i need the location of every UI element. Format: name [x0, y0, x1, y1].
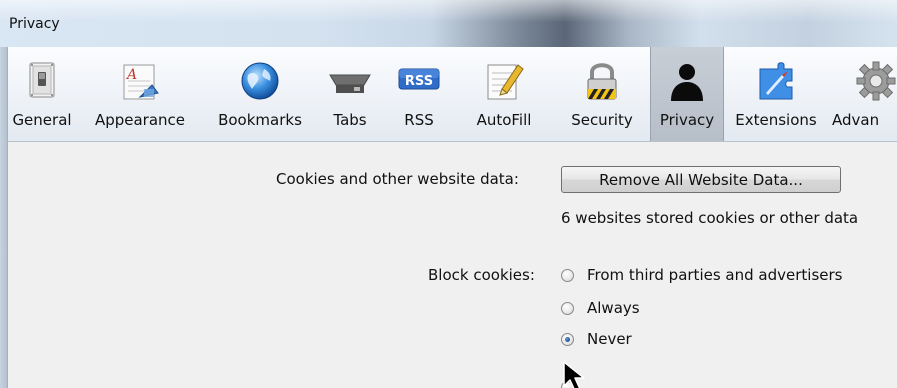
radio-third-parties-label: From third parties and advertisers — [587, 266, 843, 284]
tab-rss-label: RSS — [404, 111, 434, 129]
radio-never[interactable]: Never — [561, 330, 681, 352]
tab-tabs-label: Tabs — [333, 111, 367, 129]
tab-autofill-label: AutoFill — [476, 111, 532, 129]
radio-always-button[interactable] — [561, 302, 574, 315]
tab-privacy[interactable]: Privacy — [650, 47, 724, 141]
rss-badge-text: RSS — [405, 74, 433, 89]
tab-privacy-label: Privacy — [659, 111, 715, 129]
tab-tabs[interactable]: Tabs — [316, 47, 384, 141]
tab-security[interactable]: Security — [554, 47, 650, 141]
tab-general-label: General — [12, 111, 72, 129]
tabs-icon — [329, 74, 371, 93]
stored-cookies-info: 6 websites stored cookies or other data — [561, 209, 859, 227]
general-switch-icon — [29, 62, 55, 98]
bookmarks-globe-icon — [241, 62, 279, 100]
svg-text:A: A — [125, 67, 137, 83]
tab-bookmarks[interactable]: Bookmarks — [204, 47, 316, 141]
tab-advanced[interactable]: Advan — [828, 47, 897, 141]
tab-appearance[interactable]: A Appearance — [76, 47, 204, 141]
tab-general[interactable]: General — [8, 47, 76, 141]
tab-bookmarks-label: Bookmarks — [218, 111, 302, 129]
radio-third-parties[interactable]: From third parties and advertisers — [561, 266, 881, 288]
remove-all-website-data-button[interactable]: Remove All Website Data... — [561, 166, 841, 193]
radio-third-parties-button[interactable] — [561, 269, 574, 282]
tab-security-label: Security — [571, 111, 633, 129]
security-lock-icon — [587, 63, 617, 100]
cookies-label: Cookies and other website data: — [276, 170, 519, 188]
tab-appearance-label: Appearance — [94, 111, 186, 129]
extensions-icon — [759, 62, 793, 100]
title-bar[interactable]: Privacy — [0, 0, 897, 47]
tab-advanced-label: Advan — [832, 111, 880, 129]
tab-extensions-label: Extensions — [735, 111, 817, 129]
appearance-font-icon: A — [123, 64, 159, 100]
preferences-toolbar: General A Appearance Bookmarks Tabs RSS … — [7, 47, 897, 142]
advanced-gear-icon — [856, 61, 896, 101]
radio-never-label: Never — [587, 330, 632, 348]
radio-always-label: Always — [587, 299, 640, 317]
tab-rss[interactable]: RSS RSS — [384, 47, 454, 141]
radio-always[interactable]: Always — [561, 299, 681, 321]
preferences-window: Privacy General A Appearance Bookmarks T… — [0, 0, 897, 388]
autofill-pencil-icon — [487, 64, 524, 100]
window-left-border — [0, 47, 7, 388]
window-title: Privacy — [9, 16, 60, 32]
privacy-pane: Cookies and other website data: Remove A… — [7, 142, 897, 388]
tab-extensions[interactable]: Extensions — [724, 47, 828, 141]
mouse-pointer-icon — [563, 361, 585, 388]
privacy-person-icon — [671, 64, 703, 101]
block-cookies-label: Block cookies: — [428, 266, 535, 284]
rss-icon: RSS — [398, 68, 440, 90]
tab-autofill[interactable]: AutoFill — [454, 47, 554, 141]
radio-never-button[interactable] — [561, 333, 574, 346]
